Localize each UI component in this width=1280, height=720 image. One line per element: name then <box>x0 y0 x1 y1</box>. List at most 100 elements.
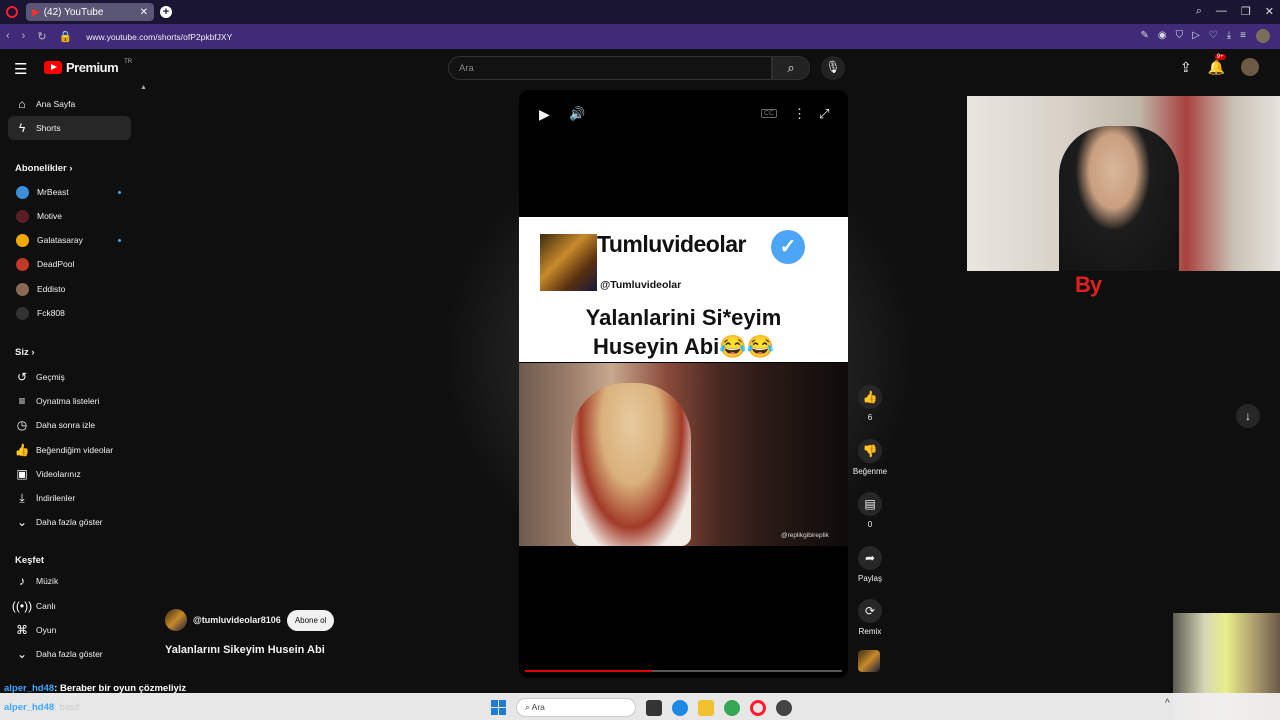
you-heading[interactable]: Siz › <box>15 347 35 358</box>
close-window-icon[interactable]: ✕ <box>1265 5 1274 18</box>
obs-icon[interactable] <box>776 699 792 716</box>
captions-icon[interactable]: CC <box>761 109 778 118</box>
forward-icon[interactable]: › <box>22 30 26 43</box>
tray-chevron-icon[interactable]: ^ <box>1165 698 1170 709</box>
sidebar-item-playlists[interactable]: ≡ Oynatma listeleri <box>8 389 131 413</box>
channel-avatar <box>16 257 29 271</box>
dislike-button[interactable]: 👎 Beğenme <box>850 439 890 476</box>
url-field[interactable]: www.youtube.com/shorts/ofP2pkbfJXY <box>86 32 232 42</box>
search-input[interactable]: Ara <box>448 56 772 80</box>
download-icon[interactable]: ⤓ <box>1227 30 1231 41</box>
share-button[interactable]: ➦ Paylaş <box>850 546 890 583</box>
channel-name[interactable]: @tumluvideolar8106 <box>193 615 281 625</box>
sidebar-item-sub-deadpool[interactable]: DeadPool <box>8 252 131 276</box>
volume-icon[interactable]: 🔊 <box>569 106 585 122</box>
gamepad-icon: ⌘ <box>16 623 28 637</box>
video-text-card: Tumluvideolar ✓ @Tumluvideolar Yalanlari… <box>519 217 848 362</box>
task-view-icon[interactable] <box>646 699 662 716</box>
opera-icon[interactable] <box>750 699 766 716</box>
search-icon[interactable]: ⌕ <box>772 56 810 80</box>
file-explorer-icon[interactable] <box>698 699 714 716</box>
like-button[interactable]: 👍 6 <box>850 385 890 422</box>
shorts-icon: ϟ <box>18 121 26 135</box>
sidebar-item-live[interactable]: ((•)) Canlı <box>8 594 131 618</box>
chat-text: : basit <box>54 702 80 713</box>
sidebar: ⌂ Ana Sayfa ϟ Shorts Abonelikler › MrBeast… <box>0 88 142 678</box>
remix-button[interactable]: ⟳ Remix <box>850 599 890 636</box>
sidebar-item-sub-eddisto[interactable]: Eddisto <box>8 277 131 301</box>
sidebar-item-sub-galatasaray[interactable]: Galatasaray <box>8 228 131 252</box>
edit-icon[interactable]: ✎ <box>1140 30 1148 41</box>
sidebar-item-show-more-explore[interactable]: ⌄ Daha fazla göster <box>8 642 131 666</box>
play-icon[interactable]: ▷ <box>1192 30 1200 41</box>
sidebar-item-your-videos[interactable]: ▣ Videolarınız <box>8 462 131 486</box>
fullscreen-icon[interactable]: ⤢ <box>819 106 829 122</box>
taskbar-search-input[interactable]: ⌕ Ara <box>516 698 636 717</box>
streamer-figure <box>1059 126 1179 271</box>
sidebar-item-sub-fck808[interactable]: Fck808 <box>8 301 131 325</box>
next-short-arrow-icon[interactable]: ↓ <box>1236 404 1260 428</box>
live-icon: ((•)) <box>11 599 33 613</box>
sidebar-item-watch-later[interactable]: ◷ Daha sonra izle <box>8 413 131 437</box>
channel-avatar <box>16 209 29 223</box>
windows-start-icon[interactable] <box>491 700 506 715</box>
sidebar-item-sub-motive[interactable]: Motive <box>8 204 131 228</box>
sidebar-item-music[interactable]: ♪ Müzik <box>8 569 131 593</box>
upload-icon[interactable]: ⇪ <box>1180 59 1192 76</box>
download-icon: ⤓ <box>19 490 25 505</box>
heart-icon[interactable]: ♡ <box>1209 30 1218 41</box>
sidebar-item-sub-mrbeast[interactable]: MrBeast <box>8 180 131 204</box>
sidebar-item-gaming[interactable]: ⌘ Oyun <box>8 618 131 642</box>
sound-thumbnail[interactable] <box>858 650 880 672</box>
hamburger-menu-icon[interactable]: ☰ <box>14 60 27 78</box>
more-options-icon[interactable]: ⋮ <box>793 106 806 122</box>
sidebar-item-liked[interactable]: 👍 Beğendiğim videolar <box>8 438 131 462</box>
card-channel-name: Tumluvideolar <box>597 231 747 257</box>
sidebar-item-show-more[interactable]: ⌄ Daha fazla göster <box>8 510 131 534</box>
stream-chat-overlay: alper_hd48: Beraber bir oyun çözmeliyiz … <box>0 683 400 720</box>
verified-check-icon: ✓ <box>771 230 805 264</box>
dislike-label: Beğenme <box>852 467 888 476</box>
progress-bar[interactable] <box>525 670 842 672</box>
youtube-premium-logo[interactable]: Premium TR <box>44 59 132 75</box>
comments-button[interactable]: ▤ 0 <box>850 492 890 529</box>
edge-icon[interactable] <box>672 699 688 716</box>
home-icon: ⌂ <box>18 97 26 111</box>
comment-count: 0 <box>867 520 873 529</box>
video-title: Yalanlarını Sikeyim Husein Abi <box>165 644 325 656</box>
browser-tab[interactable]: ▶ (42) YouTube ✕ <box>26 3 154 21</box>
back-icon[interactable]: ‹ <box>6 30 10 43</box>
chat-message: alper_hd48: Beraber bir oyun çözmeliyiz <box>4 683 186 694</box>
music-icon: ♪ <box>19 574 25 588</box>
sidebar-item-downloads[interactable]: ⤓ İndirilenler <box>8 486 131 510</box>
youtube-header: ☰ Premium TR Ara ⌕ 🎙 ⇪ 🔔 9+ <box>0 49 1280 87</box>
subscribe-button[interactable]: Abone ol <box>286 609 335 631</box>
shield-icon[interactable]: ⛉ <box>1176 30 1184 41</box>
camera-icon[interactable]: ◉ <box>1158 30 1167 41</box>
restore-icon[interactable]: ❐ <box>1241 5 1251 18</box>
menu-icon[interactable]: ≡ <box>1240 30 1246 41</box>
reload-icon[interactable]: ↻ <box>37 30 46 43</box>
channel-logo-image <box>540 234 597 291</box>
search-tabs-icon[interactable]: ⌕ <box>1196 5 1202 18</box>
microphone-icon[interactable]: 🎙 <box>821 56 845 80</box>
sidebar-item-shorts[interactable]: ϟ Shorts <box>8 116 131 140</box>
chrome-icon[interactable] <box>724 699 740 716</box>
bell-icon[interactable]: 🔔 9+ <box>1208 53 1226 76</box>
remix-label: Remix <box>858 627 882 636</box>
new-tab-icon[interactable]: + <box>160 6 172 18</box>
shorts-player[interactable]: ▶ 🔊 CC ⋮ ⤢ Tumluvideolar ✓ @Tumluvideola… <box>519 90 848 678</box>
lock-icon: 🔒 <box>58 31 73 43</box>
profile-avatar[interactable] <box>1256 29 1270 43</box>
minimize-icon[interactable]: — <box>1216 5 1227 18</box>
tab-close-icon[interactable]: ✕ <box>140 7 148 18</box>
channel-avatar <box>16 282 29 296</box>
opera-logo-icon[interactable] <box>6 6 18 18</box>
user-avatar[interactable] <box>1241 58 1260 76</box>
subscriptions-heading[interactable]: Abonelikler › <box>15 163 73 174</box>
sidebar-item-home[interactable]: ⌂ Ana Sayfa <box>8 92 131 116</box>
channel-avatar[interactable] <box>165 609 187 631</box>
play-icon[interactable]: ▶ <box>539 106 550 123</box>
sidebar-item-history[interactable]: ↺ Geçmiş <box>8 365 131 389</box>
card-caption-line1: Yalanlarini Si*eyim <box>585 305 782 330</box>
